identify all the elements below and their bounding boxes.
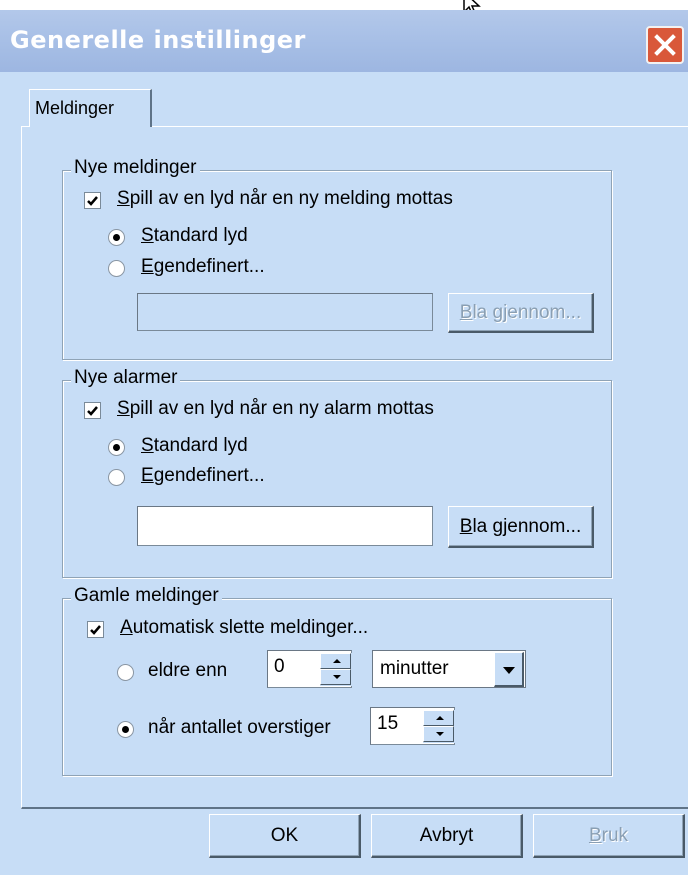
checkmark-icon bbox=[87, 196, 98, 206]
tab-meldinger[interactable]: Meldinger bbox=[29, 89, 152, 127]
count-exceeds-label: når antallet overstiger bbox=[148, 717, 331, 738]
count-exceeds-spinner[interactable] bbox=[422, 710, 455, 743]
auto-delete-checkbox[interactable] bbox=[87, 621, 104, 638]
auto-delete-label: Automatisk slette meldinger... bbox=[120, 617, 369, 638]
custom-sound-path-input[interactable] bbox=[137, 293, 433, 331]
tab-label: Meldinger bbox=[35, 98, 115, 118]
cancel-button[interactable]: Avbryt bbox=[371, 814, 523, 858]
alarm-standard-sound-radio[interactable] bbox=[108, 439, 125, 456]
spin-down-button[interactable] bbox=[423, 726, 454, 742]
radio-dot bbox=[113, 234, 120, 241]
chevron-down-icon bbox=[503, 667, 515, 674]
close-icon bbox=[654, 34, 676, 56]
arrow-up-icon bbox=[436, 716, 444, 720]
arrow-down-icon bbox=[436, 732, 444, 736]
custom-sound-label: Egendefinert... bbox=[141, 256, 265, 277]
play-sound-new-alarm-checkbox[interactable] bbox=[84, 402, 101, 419]
close-button[interactable] bbox=[646, 26, 684, 64]
apply-button[interactable]: Bruk bbox=[533, 814, 685, 858]
window-title: Generelle instillinger bbox=[10, 26, 306, 54]
older-than-radio[interactable] bbox=[117, 664, 134, 681]
older-than-label: eldre enn bbox=[148, 660, 228, 681]
alarm-custom-sound-label: Egendefinert... bbox=[141, 465, 265, 486]
custom-sound-radio[interactable] bbox=[108, 260, 125, 277]
radio-dot bbox=[113, 444, 120, 451]
settings-dialog: Generelle instillinger Meldinger Nye mel… bbox=[0, 10, 688, 875]
older-than-spinner[interactable] bbox=[319, 653, 352, 686]
arrow-down-icon bbox=[333, 675, 341, 679]
title-bar[interactable]: Generelle instillinger bbox=[0, 10, 688, 72]
alarm-sound-path-input[interactable] bbox=[137, 506, 433, 546]
play-sound-new-message-label: Spill av en lyd når en ny melding mottas bbox=[117, 188, 453, 209]
radio-dot bbox=[122, 726, 129, 733]
count-exceeds-radio[interactable] bbox=[117, 721, 134, 738]
standard-sound-radio[interactable] bbox=[108, 229, 125, 246]
time-unit-value: minutter bbox=[380, 658, 449, 679]
group-label: Nye meldinger bbox=[71, 157, 200, 179]
dropdown-button[interactable] bbox=[494, 652, 524, 687]
group-label: Nye alarmer bbox=[71, 367, 181, 389]
spin-up-button[interactable] bbox=[320, 653, 351, 669]
play-sound-new-message-checkbox[interactable] bbox=[84, 192, 101, 209]
checkmark-icon bbox=[87, 406, 98, 416]
checkmark-icon bbox=[90, 625, 101, 635]
ok-button[interactable]: OK bbox=[209, 814, 361, 858]
standard-sound-label: Standard lyd bbox=[141, 225, 248, 246]
browse-button-disabled[interactable]: Bla gjennom... bbox=[448, 293, 594, 333]
group-label: Gamle meldinger bbox=[71, 585, 222, 607]
spin-down-button[interactable] bbox=[320, 669, 351, 685]
alarm-custom-sound-radio[interactable] bbox=[108, 469, 125, 486]
play-sound-new-alarm-label: Spill av en lyd når en ny alarm mottas bbox=[117, 398, 434, 419]
arrow-up-icon bbox=[333, 659, 341, 663]
alarm-standard-sound-label: Standard lyd bbox=[141, 435, 248, 456]
alarm-browse-button[interactable]: Bla gjennom... bbox=[448, 506, 594, 548]
time-unit-select[interactable]: minutter bbox=[372, 650, 526, 688]
spin-up-button[interactable] bbox=[423, 710, 454, 726]
